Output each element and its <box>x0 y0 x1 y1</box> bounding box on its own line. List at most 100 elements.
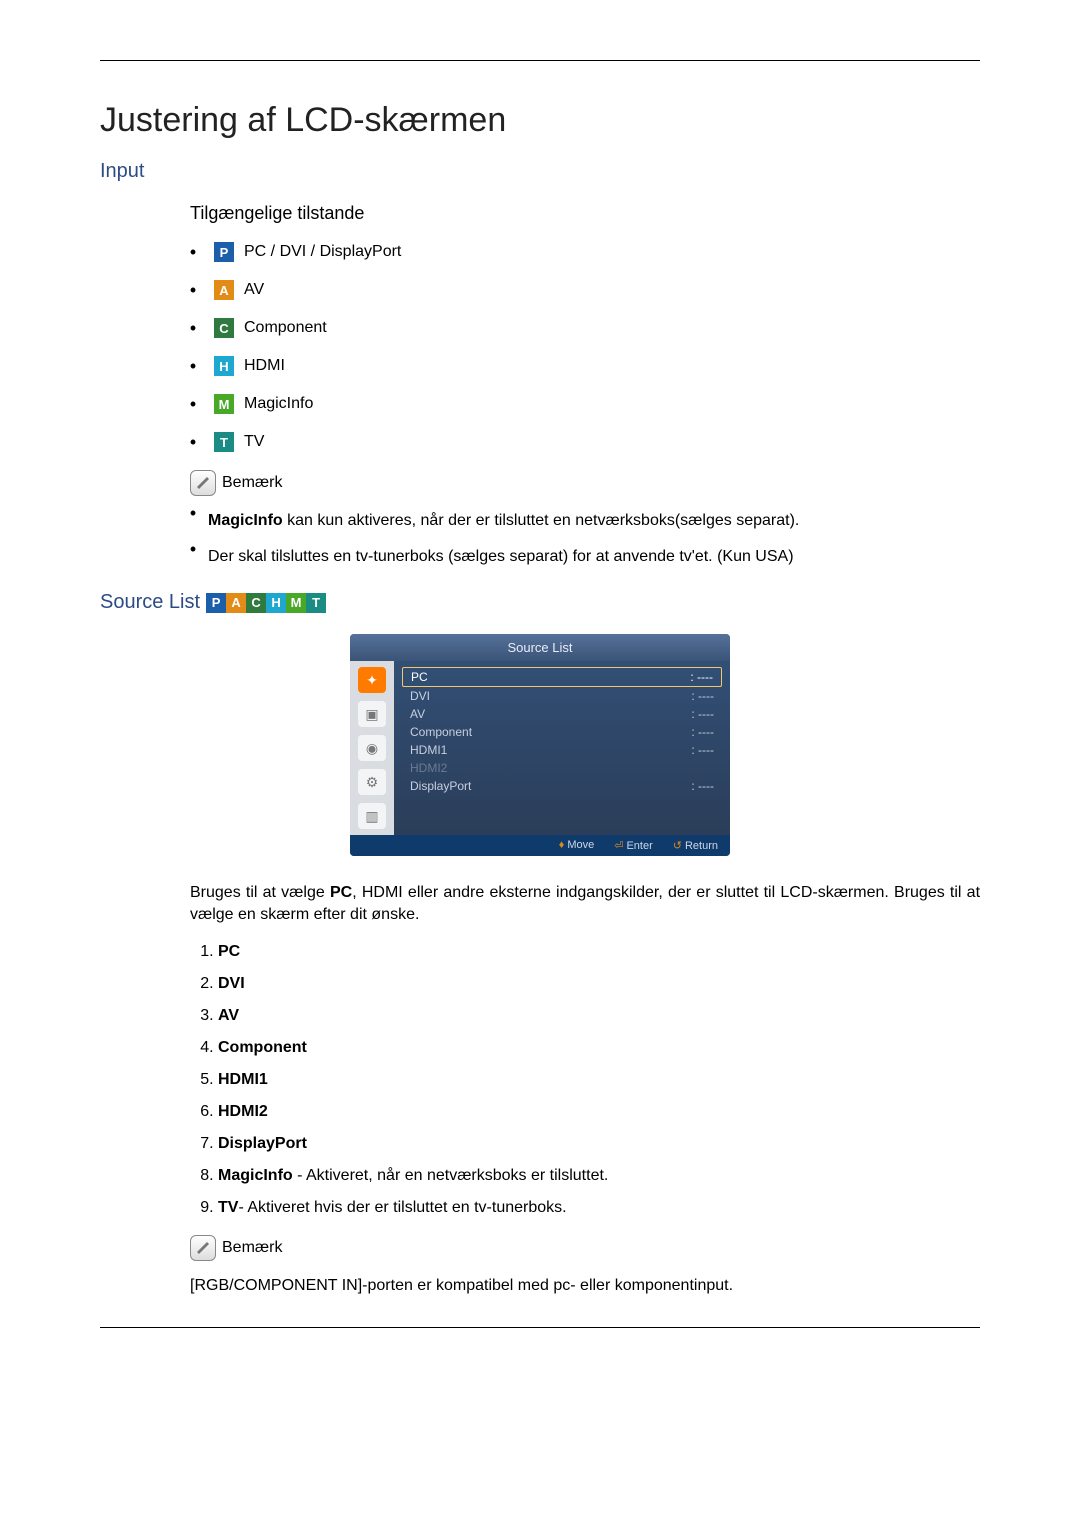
osd-title: Source List <box>350 634 730 661</box>
osd-return: Return <box>685 840 718 852</box>
osd-item: PC : ---- <box>402 667 722 687</box>
note-label: Bemærk <box>222 1239 282 1257</box>
li-bold: DVI <box>218 975 245 992</box>
top-rule <box>100 60 980 61</box>
return-key-icon: ↺ <box>673 840 682 852</box>
page-title: Justering af LCD-skærmen <box>100 101 980 140</box>
badge-p-icon: P <box>206 593 226 613</box>
list-item: DisplayPort <box>218 1135 980 1153</box>
list-item: AV <box>218 1007 980 1025</box>
osd-item: DVI : ---- <box>402 687 722 705</box>
badge-h-icon: H <box>266 593 286 613</box>
note-bottom-text: [RGB/COMPONENT IN]-porten er kompatibel … <box>190 1275 980 1297</box>
notes-list-top: • MagicInfo kan kun aktiveres, når der e… <box>190 510 980 567</box>
osd-side-multi-icon: ▥ <box>358 803 386 829</box>
osd-side-sound-icon: ◉ <box>358 735 386 761</box>
note-bold: MagicInfo <box>208 512 283 529</box>
li-bold: MagicInfo <box>218 1167 293 1184</box>
mode-item: • M MagicInfo <box>190 394 980 414</box>
list-item: HDMI1 <box>218 1071 980 1089</box>
mode-label: AV <box>244 281 264 299</box>
modes-list: • P PC / DVI / DisplayPort • A AV • C Co… <box>190 242 980 452</box>
bullet-icon: • <box>190 439 196 445</box>
osd-item: Component: ---- <box>402 723 722 741</box>
mode-badge-t-icon: T <box>214 432 234 452</box>
osd-item-val: : ---- <box>691 725 714 739</box>
list-item: DVI <box>218 975 980 993</box>
mode-badge-h-icon: H <box>214 356 234 376</box>
bottom-rule <box>100 1327 980 1328</box>
mode-item: • H HDMI <box>190 356 980 376</box>
mode-item: • P PC / DVI / DisplayPort <box>190 242 980 262</box>
osd-screenshot: Source List ✦ ▣ ◉ ⚙ ▥ PC : ---- DVI : ----… <box>350 634 730 856</box>
desc-bold: PC <box>330 884 352 901</box>
input-heading: Input <box>100 160 980 183</box>
osd-item: HDMI1: ---- <box>402 741 722 759</box>
mode-label: PC / DVI / DisplayPort <box>244 243 401 261</box>
mode-label: Component <box>244 319 327 337</box>
note-rest: kan kun aktiveres, når der er tilsluttet… <box>283 512 800 529</box>
osd-item-name: HDMI2 <box>410 761 447 775</box>
desc-prefix: Bruges til at vælge <box>190 884 330 901</box>
badge-c-icon: C <box>246 593 266 613</box>
mode-label: MagicInfo <box>244 395 313 413</box>
note-icon <box>190 1235 216 1261</box>
bullet-icon: • <box>190 401 196 407</box>
osd-item: DisplayPort : ---- <box>402 777 722 795</box>
osd-side-input-icon: ✦ <box>358 667 386 693</box>
list-item: PC <box>218 943 980 961</box>
mode-label: HDMI <box>244 357 285 375</box>
source-description: Bruges til at vælge PC, HDMI eller andre… <box>190 882 980 925</box>
li-bold: HDMI2 <box>218 1103 268 1120</box>
osd-item-val: : ---- <box>691 779 714 793</box>
osd-item: AV : ---- <box>402 705 722 723</box>
osd-item-val: : ---- <box>691 743 714 757</box>
badge-t-icon: T <box>306 593 326 613</box>
osd-footer: ♦Move ⏎Enter ↺Return <box>350 835 730 856</box>
badge-a-icon: A <box>226 593 246 613</box>
osd-item-name: DVI <box>410 689 430 703</box>
li-bold: AV <box>218 1007 239 1024</box>
osd-item: HDMI2 <box>402 759 722 777</box>
mode-badge-m-icon: M <box>214 394 234 414</box>
li-text: - Aktiveret hvis der er tilsluttet en tv… <box>238 1199 566 1216</box>
note-icon <box>190 470 216 496</box>
source-ordered-list: PC DVI AV Component HDMI1 HDMI2 DisplayP… <box>190 943 980 1217</box>
osd-item-val: : ---- <box>690 670 713 684</box>
mode-badge-c-icon: C <box>214 318 234 338</box>
osd-sidebar: ✦ ▣ ◉ ⚙ ▥ <box>350 661 394 835</box>
source-list-heading: Source List <box>100 591 200 614</box>
osd-list: PC : ---- DVI : ---- AV : ---- Component: -… <box>394 661 730 835</box>
note-item: • MagicInfo kan kun aktiveres, når der e… <box>190 510 980 532</box>
osd-side-picture-icon: ▣ <box>358 701 386 727</box>
li-bold: Component <box>218 1039 307 1056</box>
bullet-icon: • <box>190 546 196 552</box>
mode-item: • A AV <box>190 280 980 300</box>
bullet-icon: • <box>190 249 196 255</box>
li-bold: DisplayPort <box>218 1135 307 1152</box>
mode-item: • T TV <box>190 432 980 452</box>
source-list-heading-row: Source List P A C H M T <box>100 591 980 614</box>
li-bold: TV <box>218 1199 238 1216</box>
osd-item-name: PC <box>411 670 428 684</box>
bullet-icon: • <box>190 363 196 369</box>
bullet-icon: • <box>190 510 196 516</box>
osd-item-name: AV <box>410 707 425 721</box>
list-item: TV- Aktiveret hvis der er tilsluttet en … <box>218 1199 980 1217</box>
osd-item-name: DisplayPort <box>410 779 471 793</box>
bullet-icon: • <box>190 287 196 293</box>
mode-badge-p-icon: P <box>214 242 234 262</box>
osd-item-val: : ---- <box>691 689 714 703</box>
move-key-icon: ♦ <box>559 839 565 851</box>
note-text: Der skal tilsluttes en tv-tunerboks (sæl… <box>208 546 794 568</box>
note-text: MagicInfo kan kun aktiveres, når der er … <box>208 510 799 532</box>
bullet-icon: • <box>190 325 196 331</box>
note-label: Bemærk <box>222 474 282 492</box>
mode-item: • C Component <box>190 318 980 338</box>
badge-m-icon: M <box>286 593 306 613</box>
osd-enter: Enter <box>626 840 652 852</box>
li-text: - Aktiveret, når en netværksboks er tils… <box>293 1167 609 1184</box>
osd-item-val: : ---- <box>691 707 714 721</box>
osd-move: Move <box>567 839 594 851</box>
list-item: Component <box>218 1039 980 1057</box>
